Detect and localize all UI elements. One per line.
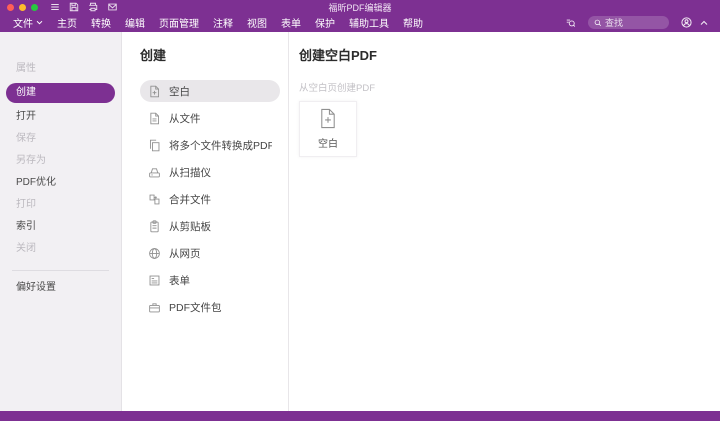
blank-doc-icon: [150, 85, 160, 97]
create-panel: 创建 空白 从文件 将多个文件转换成PDF 从扫描仪 合并文件 从剪贴板 从网页…: [122, 32, 288, 411]
mail-icon[interactable]: [107, 2, 118, 12]
sidebar-item-save-as[interactable]: 另存为: [0, 150, 121, 172]
create-option-blank[interactable]: 空白: [140, 80, 280, 102]
file-icon: [150, 112, 160, 124]
create-option-clipboard[interactable]: 从剪贴板: [140, 215, 280, 237]
status-bar: [0, 411, 720, 421]
create-detail-panel: 创建空白PDF 从空白页创建PDF 空白: [289, 32, 720, 411]
create-option-from-file[interactable]: 从文件: [140, 107, 280, 129]
menu-bar: 文件 主页 转换 编辑 页面管理 注释 视图 表单 保护 辅助工具 帮助: [0, 15, 720, 32]
blank-pdf-card[interactable]: 空白: [299, 101, 357, 157]
close-window-button[interactable]: [7, 4, 14, 11]
menu-protect[interactable]: 保护: [308, 14, 342, 31]
sidebar-item-save[interactable]: 保存: [0, 128, 121, 150]
clipboard-icon: [150, 219, 159, 232]
menu-page-organize[interactable]: 页面管理: [152, 14, 206, 31]
create-option-form[interactable]: 表单: [140, 269, 280, 291]
title-bar: 福昕PDF编辑器: [0, 0, 720, 15]
search-box[interactable]: [588, 16, 669, 29]
hide-menu-icon[interactable]: [50, 2, 60, 12]
search-icon: [594, 19, 602, 26]
menu-home[interactable]: 主页: [50, 14, 84, 31]
zoom-window-button[interactable]: [31, 4, 38, 11]
sidebar-item-pdf-optimize[interactable]: PDF优化: [0, 172, 121, 194]
create-options-list: 空白 从文件 将多个文件转换成PDF 从扫描仪 合并文件 从剪贴板 从网页 表单…: [140, 80, 280, 323]
blank-doc-plus-icon: [321, 108, 335, 129]
sidebar-item-index[interactable]: 索引: [0, 216, 121, 238]
multiple-files-icon: [149, 139, 160, 151]
sidebar-item-open[interactable]: 打开: [0, 106, 121, 128]
save-icon[interactable]: [69, 2, 79, 12]
minimize-window-button[interactable]: [19, 4, 26, 11]
user-avatar-icon[interactable]: [681, 17, 692, 28]
window-controls: [7, 4, 38, 11]
backstage-view: 属性 创建 打开 保存 另存为 PDF优化 打印 索引 关闭 偏好设置 创建 空…: [0, 32, 720, 411]
sidebar-item-print[interactable]: 打印: [0, 194, 121, 216]
sidebar-item-properties[interactable]: 属性: [0, 58, 121, 80]
form-icon: [149, 275, 160, 285]
menu-file[interactable]: 文件: [6, 14, 50, 31]
menu-form[interactable]: 表单: [274, 14, 308, 31]
menu-edit[interactable]: 编辑: [118, 14, 152, 31]
globe-icon: [149, 247, 160, 259]
collapse-ribbon-icon[interactable]: [700, 20, 708, 26]
scanner-icon: [149, 167, 160, 177]
blank-card-label: 空白: [318, 139, 338, 150]
create-option-pdf-portfolio[interactable]: PDF文件包: [140, 296, 280, 318]
menu-view[interactable]: 视图: [240, 14, 274, 31]
sidebar-divider: [12, 270, 109, 271]
create-option-scanner[interactable]: 从扫描仪: [140, 161, 280, 183]
detail-title: 创建空白PDF: [299, 48, 378, 63]
advanced-search-icon[interactable]: [565, 18, 576, 28]
print-icon[interactable]: [88, 2, 98, 12]
create-panel-title: 创建: [140, 48, 167, 63]
create-option-web-page[interactable]: 从网页: [140, 242, 280, 264]
portfolio-icon: [149, 302, 160, 312]
sidebar-item-create[interactable]: 创建: [6, 83, 115, 103]
combine-files-icon: [149, 194, 160, 204]
detail-subtitle: 从空白页创建PDF: [299, 83, 376, 94]
window-title: 福昕PDF编辑器: [328, 3, 392, 13]
sidebar-item-close[interactable]: 关闭: [0, 238, 121, 260]
search-input[interactable]: [605, 17, 663, 28]
sidebar-item-preferences[interactable]: 偏好设置: [0, 277, 121, 299]
quick-access-toolbar: [50, 2, 118, 12]
menu-comment[interactable]: 注释: [206, 14, 240, 31]
menu-convert[interactable]: 转换: [84, 14, 118, 31]
file-sidebar: 属性 创建 打开 保存 另存为 PDF优化 打印 索引 关闭 偏好设置: [0, 32, 122, 411]
chevron-down-icon: [36, 20, 43, 25]
menu-help[interactable]: 帮助: [396, 14, 430, 31]
create-option-combine-files[interactable]: 合并文件: [140, 188, 280, 210]
create-option-multiple-files[interactable]: 将多个文件转换成PDF: [140, 134, 280, 156]
menu-file-label: 文件: [13, 19, 33, 30]
menu-accessibility[interactable]: 辅助工具: [342, 14, 396, 31]
